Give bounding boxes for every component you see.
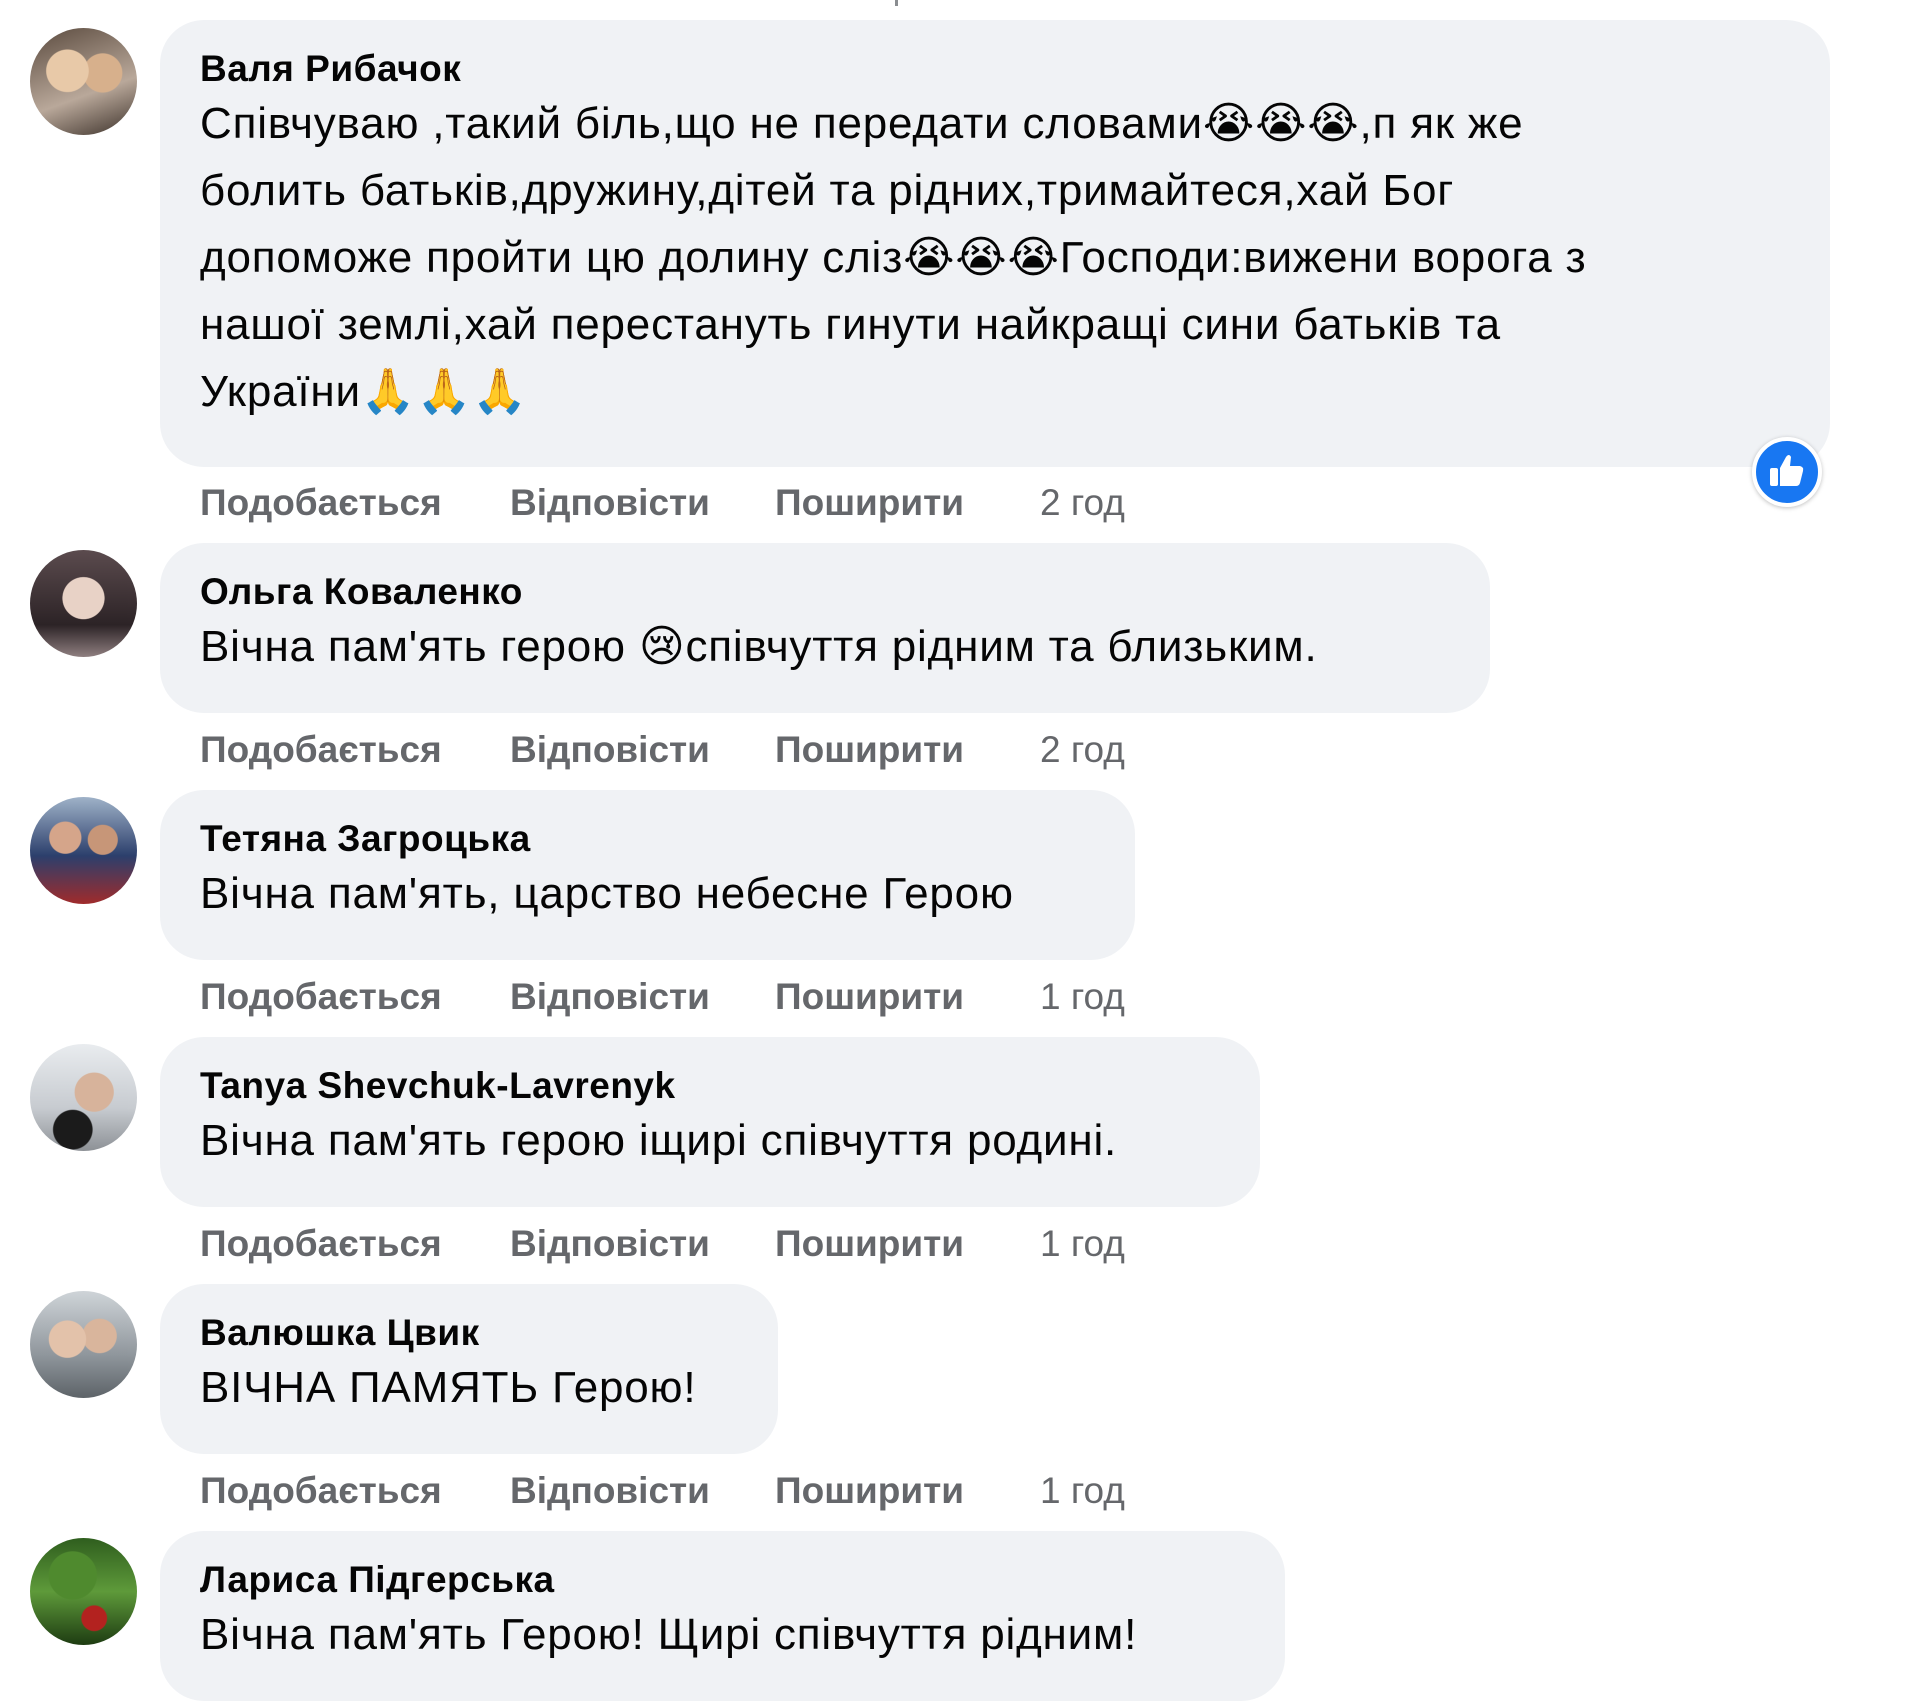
comment-author[interactable]: Тетяна Загроцька	[200, 818, 531, 860]
timestamp[interactable]: 1 год	[1040, 1223, 1125, 1265]
comment-bubble: Валюшка Цвик ВІЧНА ПАМЯТЬ Герою!	[160, 1284, 778, 1454]
like-button[interactable]: Подобається	[200, 729, 442, 771]
avatar[interactable]	[30, 1538, 137, 1645]
comment-text: ВІЧНА ПАМЯТЬ Герою!	[200, 1363, 697, 1412]
comment-text: Вічна пам'ять герою 😢співчуття рідним та…	[200, 622, 1318, 671]
comment-author[interactable]: Ольга Коваленко	[200, 571, 523, 613]
comment-bubble: Ольга Коваленко Вічна пам'ять герою 😢спі…	[160, 543, 1490, 713]
share-button[interactable]: Поширити	[775, 1470, 964, 1512]
reply-button[interactable]: Відповісти	[510, 729, 710, 771]
scroll-indicator	[895, 0, 898, 6]
comment-bubble: Валя Рибачок Співчуваю ,такий біль,що не…	[160, 20, 1830, 467]
timestamp[interactable]: 1 год	[1040, 1470, 1125, 1512]
avatar[interactable]	[30, 797, 137, 904]
avatar[interactable]	[30, 28, 137, 135]
share-button[interactable]: Поширити	[775, 482, 964, 524]
avatar[interactable]	[30, 550, 137, 657]
like-button[interactable]: Подобається	[200, 482, 442, 524]
share-button[interactable]: Поширити	[775, 729, 964, 771]
comment-author[interactable]: Tanya Shevchuk-Lavrenyk	[200, 1065, 676, 1107]
comment-bubble: Лариса Підгерська Вічна пам'ять Герою! Щ…	[160, 1531, 1285, 1701]
reply-button[interactable]: Відповісти	[510, 482, 710, 524]
comment-author[interactable]: Валюшка Цвик	[200, 1312, 480, 1354]
timestamp[interactable]: 1 год	[1040, 976, 1125, 1018]
comment-text: Вічна пам'ять, царство небесне Герою	[200, 869, 1014, 918]
avatar[interactable]	[30, 1044, 137, 1151]
comment-text: Вічна пам'ять герою іщирі співчуття роди…	[200, 1116, 1118, 1165]
timestamp[interactable]: 2 год	[1040, 729, 1125, 771]
like-button[interactable]: Подобається	[200, 1470, 442, 1512]
share-button[interactable]: Поширити	[775, 1223, 964, 1265]
like-icon[interactable]	[1752, 437, 1822, 507]
timestamp[interactable]: 2 год	[1040, 482, 1125, 524]
share-button[interactable]: Поширити	[775, 976, 964, 1018]
comment-bubble: Tanya Shevchuk-Lavrenyk Вічна пам'ять ге…	[160, 1037, 1260, 1207]
reply-button[interactable]: Відповісти	[510, 976, 710, 1018]
like-button[interactable]: Подобається	[200, 976, 442, 1018]
reply-button[interactable]: Відповісти	[510, 1223, 710, 1265]
comment-text: Співчуваю ,такий біль,що не передати сло…	[200, 99, 1587, 416]
like-button[interactable]: Подобається	[200, 1223, 442, 1265]
comment-author[interactable]: Валя Рибачок	[200, 48, 461, 90]
avatar[interactable]	[30, 1291, 137, 1398]
comment-author[interactable]: Лариса Підгерська	[200, 1559, 555, 1601]
comment-bubble: Тетяна Загроцька Вічна пам'ять, царство …	[160, 790, 1135, 960]
comment-text: Вічна пам'ять Герою! Щирі співчуття рідн…	[200, 1610, 1138, 1659]
reply-button[interactable]: Відповісти	[510, 1470, 710, 1512]
